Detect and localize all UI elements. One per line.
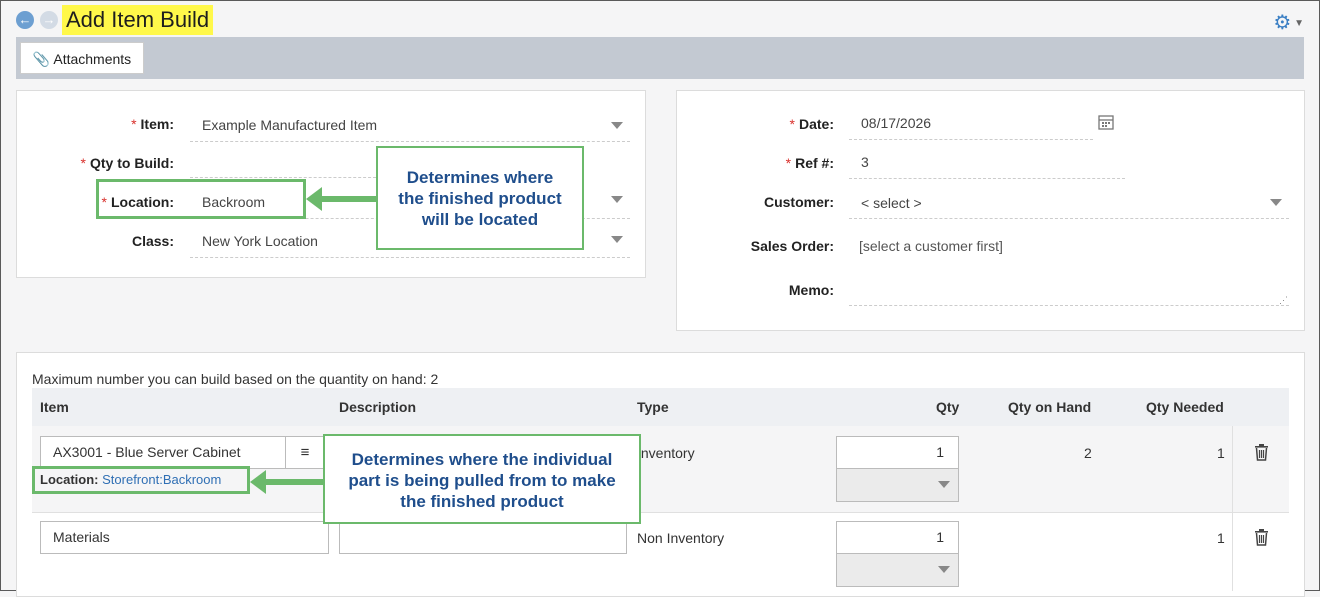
location-highlight (96, 179, 306, 219)
line-qty-needed: 1 (1217, 445, 1225, 461)
callout-arrow-line (321, 196, 377, 202)
line-description-textarea[interactable] (339, 521, 627, 554)
gear-icon[interactable]: ⚙ ▼ (1273, 10, 1304, 35)
chevron-down-icon (938, 566, 950, 573)
line-location-callout: Determines where the individual part is b… (323, 434, 641, 524)
col-type: Type (637, 399, 669, 415)
line-location-highlight (32, 466, 250, 494)
ref-label: * Ref #: (785, 155, 834, 171)
customer-label: Customer: (763, 194, 834, 210)
item-select[interactable]: Example Manufactured Item (190, 112, 630, 142)
col-qty-on-hand: Qty on Hand (1008, 399, 1092, 415)
max-build-note: Maximum number you can build based on th… (32, 371, 439, 387)
col-description: Description (339, 399, 417, 415)
sales-order-label: Sales Order: (750, 238, 834, 254)
date-label: * Date: (789, 116, 834, 132)
chevron-down-icon (1270, 199, 1282, 206)
qty-to-build-input[interactable] (190, 150, 376, 178)
class-label: Class: (131, 233, 174, 249)
row-action-divider (1232, 426, 1233, 591)
paperclip-icon: 📎 (32, 51, 51, 67)
item-label: * Item: (131, 116, 174, 132)
chevron-down-icon (938, 481, 950, 488)
customer-select[interactable]: < select > (849, 189, 1289, 219)
ref-input[interactable]: 3 (849, 149, 1125, 179)
col-qty: Qty (936, 399, 960, 415)
toolbar: 📎 Attachments (16, 37, 1304, 79)
line-type: Inventory (637, 445, 695, 461)
resize-handle-icon[interactable]: ⋰ (1279, 295, 1288, 306)
chevron-down-icon (611, 122, 623, 129)
callout-arrow-line (265, 479, 325, 485)
sales-order-value: [select a customer first] (859, 238, 1003, 254)
chevron-down-icon (611, 236, 623, 243)
line-qty-on-hand: 2 (1084, 445, 1092, 461)
location-callout: Determines where the finished product will… (376, 146, 584, 250)
calendar-icon[interactable] (1098, 114, 1114, 130)
line-qty-input[interactable]: 1 (836, 436, 959, 469)
line-qty-input[interactable]: 1 (836, 521, 959, 554)
trash-icon[interactable] (1254, 444, 1269, 466)
line-type: Non Inventory (637, 530, 725, 546)
forward-button[interactable]: → (40, 11, 58, 29)
line-item-input[interactable]: Materials (40, 521, 329, 554)
trash-icon[interactable] (1254, 529, 1269, 551)
line-qty-needed: 1 (1217, 530, 1225, 546)
col-qty-needed: Qty Needed (1146, 399, 1224, 415)
list-icon: ≡ (300, 444, 310, 461)
callout-arrow-head (306, 187, 322, 211)
attachments-button[interactable]: 📎 Attachments (20, 42, 144, 74)
memo-label: Memo: (788, 282, 834, 298)
date-input[interactable]: 08/17/2026 (849, 110, 1093, 140)
page-title: Add Item Build (62, 5, 214, 35)
qty-to-build-label: * Qty to Build: (80, 155, 174, 171)
chevron-down-icon (611, 196, 623, 203)
col-item: Item (40, 399, 69, 415)
memo-textarea[interactable] (849, 276, 1289, 306)
callout-arrow-head (250, 470, 266, 494)
back-button[interactable]: ← (16, 11, 34, 29)
line-item-list-button[interactable]: ≡ (285, 436, 325, 469)
line-item-input[interactable]: AX3001 - Blue Server Cabinet (40, 436, 286, 469)
attachments-label: Attachments (53, 51, 132, 67)
